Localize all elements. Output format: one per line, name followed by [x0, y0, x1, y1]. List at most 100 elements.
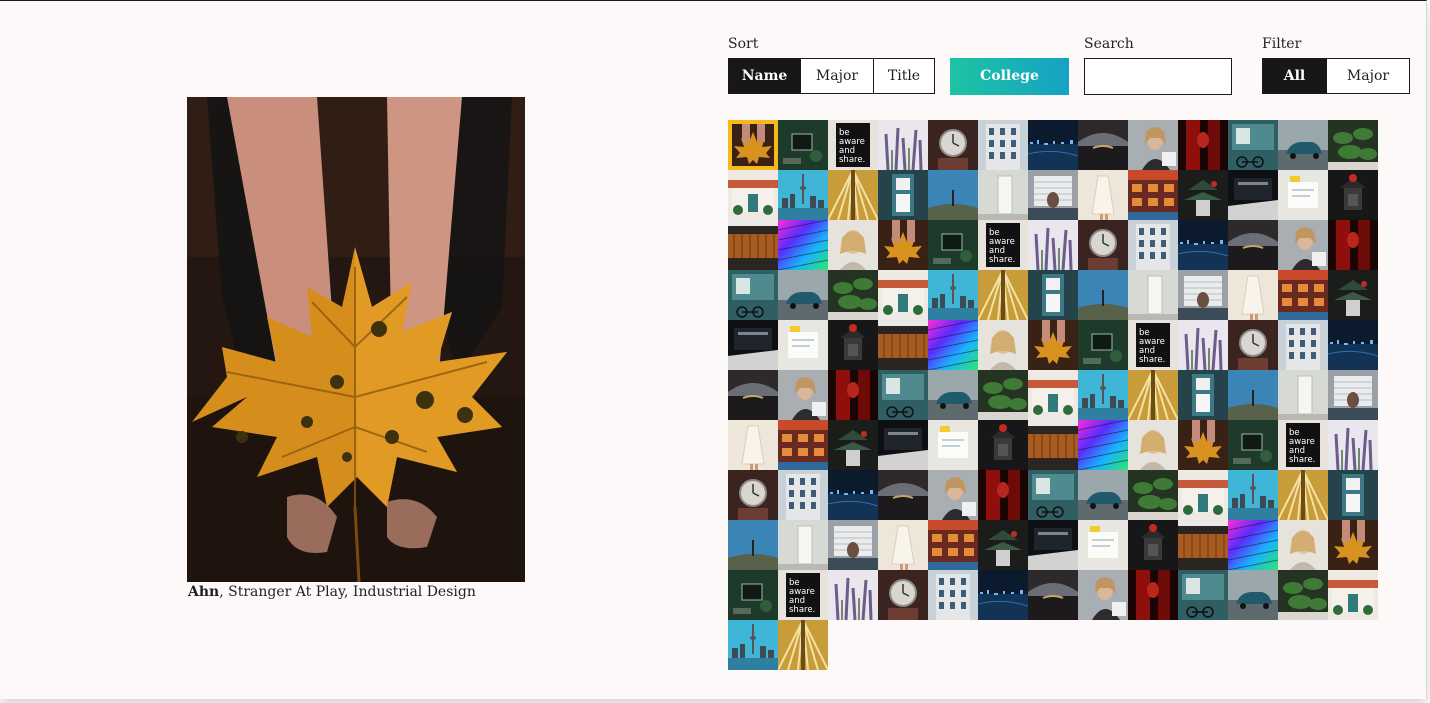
gallery-thumbnail[interactable]: [1228, 170, 1278, 220]
gallery-thumbnail[interactable]: [928, 120, 978, 170]
gallery-thumbnail[interactable]: [1128, 420, 1178, 470]
gallery-thumbnail[interactable]: [1228, 420, 1278, 470]
gallery-thumbnail[interactable]: [878, 520, 928, 570]
gallery-thumbnail[interactable]: [1178, 420, 1228, 470]
gallery-thumbnail[interactable]: [778, 170, 828, 220]
gallery-thumbnail[interactable]: [1128, 470, 1178, 520]
gallery-thumbnail[interactable]: [1328, 470, 1378, 520]
gallery-thumbnail[interactable]: [728, 570, 778, 620]
gallery-thumbnail[interactable]: [978, 170, 1028, 220]
gallery-thumbnail[interactable]: [1178, 520, 1228, 570]
gallery-thumbnail[interactable]: [878, 170, 928, 220]
gallery-thumbnail[interactable]: [1028, 120, 1078, 170]
gallery-thumbnail[interactable]: [828, 570, 878, 620]
gallery-thumbnail[interactable]: [828, 320, 878, 370]
gallery-thumbnail[interactable]: [1178, 470, 1228, 520]
gallery-thumbnail[interactable]: [1028, 170, 1078, 220]
gallery-thumbnail[interactable]: [928, 420, 978, 470]
gallery-thumbnail[interactable]: [1178, 320, 1228, 370]
gallery-thumbnail[interactable]: [1328, 170, 1378, 220]
gallery-thumbnail[interactable]: [1278, 470, 1328, 520]
gallery-thumbnail[interactable]: [1128, 520, 1178, 570]
gallery-thumbnail[interactable]: [978, 420, 1028, 470]
gallery-thumbnail[interactable]: [1328, 220, 1378, 270]
gallery-thumbnail[interactable]: [1178, 170, 1228, 220]
gallery-thumbnail[interactable]: [1078, 170, 1128, 220]
gallery-thumbnail[interactable]: [728, 220, 778, 270]
gallery-thumbnail[interactable]: [1178, 270, 1228, 320]
sort-title-button[interactable]: Title: [873, 59, 934, 93]
gallery-thumbnail[interactable]: [1278, 220, 1328, 270]
gallery-thumbnail[interactable]: [778, 470, 828, 520]
gallery-thumbnail[interactable]: [1128, 270, 1178, 320]
gallery-thumbnail[interactable]: [1328, 270, 1378, 320]
gallery-thumbnail[interactable]: [1328, 420, 1378, 470]
gallery-thumbnail[interactable]: [1128, 220, 1178, 270]
gallery-thumbnail[interactable]: [1078, 220, 1128, 270]
gallery-thumbnail[interactable]: [928, 170, 978, 220]
gallery-thumbnail[interactable]: [1228, 570, 1278, 620]
gallery-thumbnail[interactable]: [878, 220, 928, 270]
gallery-thumbnail[interactable]: [928, 520, 978, 570]
gallery-thumbnail[interactable]: [1128, 120, 1178, 170]
gallery-thumbnail[interactable]: [978, 470, 1028, 520]
gallery-thumbnail[interactable]: [878, 370, 928, 420]
gallery-thumbnail[interactable]: [778, 270, 828, 320]
gallery-thumbnail[interactable]: [1328, 120, 1378, 170]
search-input[interactable]: [1084, 58, 1232, 95]
gallery-thumbnail[interactable]: [1028, 370, 1078, 420]
gallery-thumbnail[interactable]: [828, 520, 878, 570]
gallery-thumbnail[interactable]: [778, 220, 828, 270]
gallery-thumbnail[interactable]: [1028, 320, 1078, 370]
gallery-thumbnail[interactable]: be aware and share.: [978, 220, 1028, 270]
filter-major-button[interactable]: Major: [1326, 59, 1409, 93]
gallery-thumbnail[interactable]: [1078, 270, 1128, 320]
gallery-thumbnail[interactable]: [728, 320, 778, 370]
gallery-thumbnail[interactable]: [1028, 520, 1078, 570]
gallery-thumbnail[interactable]: [1328, 520, 1378, 570]
gallery-thumbnail[interactable]: [1028, 420, 1078, 470]
gallery-thumbnail[interactable]: [728, 470, 778, 520]
gallery-thumbnail[interactable]: [978, 570, 1028, 620]
college-button[interactable]: College: [950, 58, 1069, 95]
gallery-thumbnail[interactable]: [978, 120, 1028, 170]
gallery-thumbnail[interactable]: [978, 270, 1028, 320]
gallery-thumbnail[interactable]: [928, 270, 978, 320]
gallery-thumbnail[interactable]: [878, 470, 928, 520]
gallery-thumbnail[interactable]: [1078, 520, 1128, 570]
gallery-thumbnail[interactable]: [1228, 320, 1278, 370]
gallery-thumbnail[interactable]: [1178, 120, 1228, 170]
gallery-thumbnail[interactable]: [728, 370, 778, 420]
gallery-thumbnail[interactable]: [1128, 170, 1178, 220]
gallery-thumbnail[interactable]: [1028, 220, 1078, 270]
gallery-thumbnail[interactable]: [1278, 570, 1328, 620]
gallery-thumbnail[interactable]: [828, 370, 878, 420]
gallery-thumbnail[interactable]: be aware and share.: [828, 120, 878, 170]
gallery-thumbnail[interactable]: [1078, 570, 1128, 620]
gallery-thumbnail[interactable]: [778, 320, 828, 370]
gallery-thumbnail[interactable]: [728, 120, 778, 170]
gallery-thumbnail[interactable]: [1278, 320, 1328, 370]
gallery-thumbnail[interactable]: [1278, 370, 1328, 420]
gallery-thumbnail[interactable]: be aware and share.: [778, 570, 828, 620]
gallery-thumbnail[interactable]: [1178, 570, 1228, 620]
gallery-thumbnail[interactable]: be aware and share.: [1278, 420, 1328, 470]
gallery-thumbnail[interactable]: [728, 420, 778, 470]
gallery-thumbnail[interactable]: [1078, 420, 1128, 470]
gallery-thumbnail[interactable]: [978, 370, 1028, 420]
gallery-thumbnail[interactable]: [1228, 520, 1278, 570]
gallery-thumbnail[interactable]: [828, 220, 878, 270]
gallery-thumbnail[interactable]: [1028, 570, 1078, 620]
gallery-thumbnail[interactable]: [928, 320, 978, 370]
gallery-thumbnail[interactable]: [778, 620, 828, 670]
gallery-thumbnail[interactable]: [1278, 520, 1328, 570]
gallery-thumbnail[interactable]: [978, 320, 1028, 370]
gallery-thumbnail[interactable]: [1228, 470, 1278, 520]
gallery-thumbnail[interactable]: [928, 570, 978, 620]
gallery-thumbnail[interactable]: [1278, 170, 1328, 220]
gallery-thumbnail[interactable]: [878, 320, 928, 370]
sort-name-button[interactable]: Name: [729, 59, 800, 93]
gallery-thumbnail[interactable]: [728, 620, 778, 670]
filter-all-button[interactable]: All: [1263, 59, 1326, 93]
gallery-thumbnail[interactable]: [1128, 570, 1178, 620]
